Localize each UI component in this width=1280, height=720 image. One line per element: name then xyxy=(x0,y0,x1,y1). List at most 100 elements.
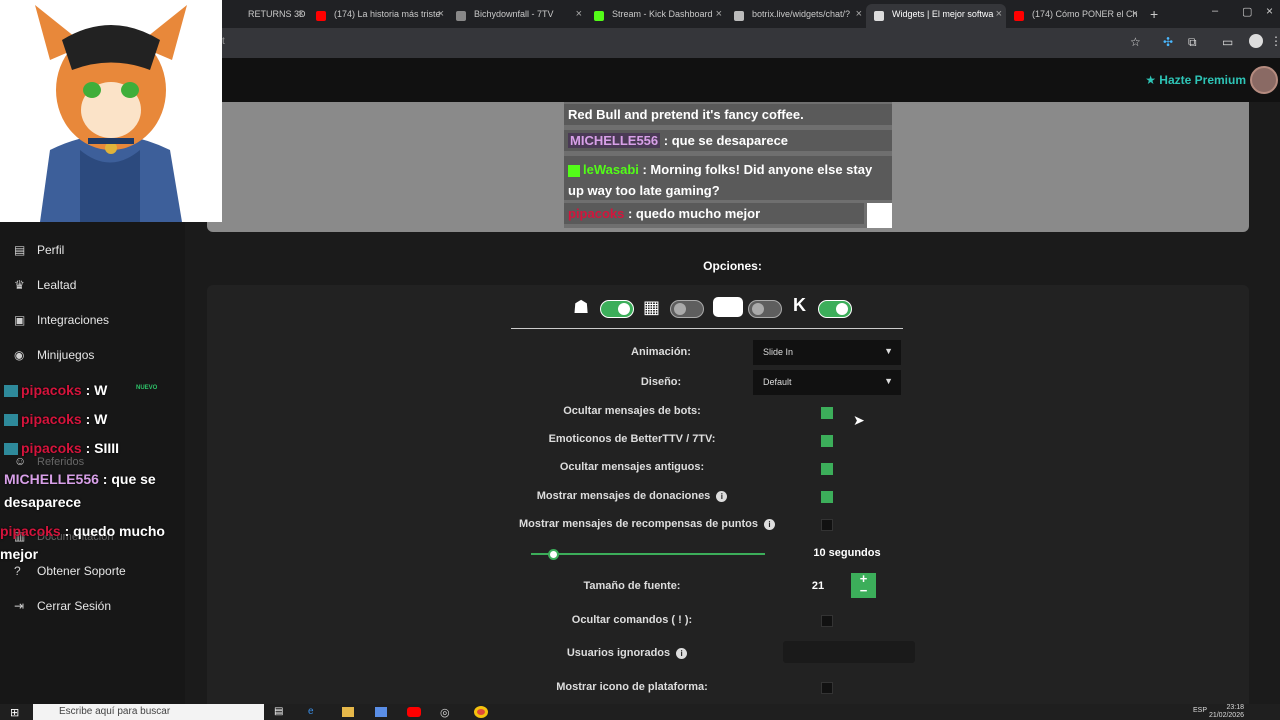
browser-tab[interactable]: Bichydownfall - 7TV × xyxy=(448,4,586,28)
hide-commands-label: Ocultar comandos ( ! ): xyxy=(571,614,693,626)
star-icon[interactable]: ☆ xyxy=(1130,35,1141,49)
ignored-users-input[interactable] xyxy=(783,641,915,663)
animation-select[interactable]: Slide In ▼ xyxy=(753,340,901,365)
youtube-icon xyxy=(1014,11,1024,21)
hide-old-checkbox[interactable] xyxy=(821,463,833,475)
kick-badge-icon xyxy=(4,385,18,398)
close-icon[interactable]: × xyxy=(856,8,862,20)
trophy-icon: ♛ xyxy=(14,278,25,292)
browser-tab[interactable]: (174) La historia más triste × xyxy=(308,4,448,28)
font-size-value[interactable]: 21 xyxy=(807,580,829,592)
kick-badge-icon xyxy=(4,414,18,427)
sidepanel-icon[interactable]: ▭ xyxy=(1222,35,1233,49)
options-title: Opciones: xyxy=(703,259,762,273)
new-tab-icon[interactable]: + xyxy=(1150,6,1158,22)
bttv-emotes-label: Emoticonos de BetterTTV / 7TV: xyxy=(548,433,716,445)
close-icon[interactable]: × xyxy=(576,8,582,20)
donations-label: Mostrar mensajes de donaciones i xyxy=(507,490,757,502)
close-icon[interactable]: × xyxy=(996,8,1002,20)
animation-label: Animación: xyxy=(631,346,691,358)
bttv-emotes-checkbox[interactable] xyxy=(821,435,833,447)
youtube-app-icon[interactable] xyxy=(407,707,421,717)
overlay-message: pipacoks : SIIII xyxy=(4,440,119,456)
preview-message: Red Bull and pretend it's fancy coffee. xyxy=(564,104,892,125)
maximize-icon[interactable]: ▢ xyxy=(1242,5,1252,18)
sidebar-item-perfil[interactable]: ▤ Perfil xyxy=(14,243,64,257)
info-icon[interactable]: i xyxy=(764,518,776,530)
close-icon[interactable]: × xyxy=(298,8,304,20)
logout-icon: ⇥ xyxy=(14,599,25,613)
language-indicator[interactable]: ESP xyxy=(1193,707,1207,714)
twitch-toggle[interactable] xyxy=(670,300,704,318)
browser-tab[interactable]: botrix.live/widgets/chat/? × xyxy=(726,4,866,28)
rewards-checkbox[interactable] xyxy=(821,519,833,531)
preview-message: pipacoks : quedo mucho mejor xyxy=(564,203,864,224)
avatar[interactable] xyxy=(1250,66,1278,94)
close-icon[interactable]: × xyxy=(1132,8,1138,20)
gamepad-icon: ◉ xyxy=(14,348,25,362)
botrix-icon: ☗ xyxy=(573,297,590,317)
design-select[interactable]: Default ▼ xyxy=(753,370,901,395)
browser-tab[interactable]: RETURNS 3D : E× xyxy=(222,4,308,28)
premium-button[interactable]: ★ Hazte Premium xyxy=(1145,73,1246,87)
hide-commands-checkbox[interactable] xyxy=(821,615,833,627)
kick-toggle[interactable] xyxy=(818,300,852,318)
sidebar-item-cerrar-sesion[interactable]: ⇥ Cerrar Sesión xyxy=(14,599,111,613)
preview-message: leWasabi : Morning folks! Did anyone els… xyxy=(564,156,892,200)
star-icon: ★ xyxy=(1145,73,1160,87)
edge-icon[interactable]: e xyxy=(308,706,314,717)
timeout-slider-handle[interactable] xyxy=(548,549,559,560)
mouse-cursor-icon: ➤ xyxy=(853,412,865,428)
ignored-users-label: Usuarios ignorados i xyxy=(537,647,717,659)
donations-checkbox[interactable] xyxy=(821,491,833,503)
extension-icon[interactable]: ✣ xyxy=(1163,35,1173,49)
windows-start-icon[interactable]: ⊞ xyxy=(10,706,19,719)
obs-icon[interactable]: ◎ xyxy=(440,706,450,719)
integrations-icon: ▣ xyxy=(14,313,26,327)
url-text[interactable]: t xyxy=(222,36,225,47)
youtube-toggle[interactable] xyxy=(748,300,782,318)
hide-old-label: Ocultar mensajes antiguos: xyxy=(559,461,705,473)
stream-chat-overlay: pipacoks : W pipacoks : W pipacoks : SII… xyxy=(0,378,220,568)
close-icon[interactable]: × xyxy=(716,8,722,20)
font-size-label: Tamaño de fuente: xyxy=(583,580,681,592)
font-size-stepper[interactable]: + − xyxy=(851,572,876,598)
overlay-message: MICHELLE556 : que se desaparece xyxy=(4,471,156,510)
taskbar: ⊞ Escribe aquí para buscar ▤ e ◎ ESP 23:… xyxy=(0,704,1280,720)
info-icon[interactable]: i xyxy=(676,647,688,659)
store-icon[interactable] xyxy=(375,707,387,717)
menu-icon[interactable]: ⋮ xyxy=(1270,34,1280,48)
sidebar-item-integraciones[interactable]: ▣ Integraciones xyxy=(14,313,109,327)
chrome-icon[interactable] xyxy=(474,706,488,718)
botrix-icon xyxy=(734,11,744,21)
info-icon[interactable]: i xyxy=(716,490,728,502)
folder-icon[interactable] xyxy=(342,707,354,717)
window-close-icon[interactable]: × xyxy=(1266,4,1273,18)
sidebar-item-lealtad[interactable]: ♛ Lealtad xyxy=(14,278,76,292)
clock[interactable]: 23:18 21/02/2026 xyxy=(1209,704,1244,720)
hide-bots-checkbox[interactable] xyxy=(821,407,833,419)
taskbar-search[interactable]: Escribe aquí para buscar xyxy=(33,704,264,720)
platform-icon-checkbox[interactable] xyxy=(821,682,833,694)
kick-badge-icon xyxy=(568,164,580,177)
site-header: ★ Hazte Premium xyxy=(222,58,1280,102)
preview-cursor-block xyxy=(867,203,892,228)
overlay-message: pipacoks : W xyxy=(4,411,107,427)
close-icon[interactable]: × xyxy=(438,8,444,20)
timeout-slider-track[interactable] xyxy=(531,553,765,555)
browser-tab[interactable]: Stream - Kick Dashboard × xyxy=(586,4,726,28)
7tv-icon xyxy=(456,11,466,21)
browser-tab-active[interactable]: Widgets | El mejor softwa × xyxy=(866,4,1006,28)
kick-icon: K xyxy=(793,295,806,315)
youtube-icon xyxy=(713,297,743,317)
minimize-icon[interactable]: – xyxy=(1212,5,1218,17)
task-view-icon[interactable]: ▤ xyxy=(274,706,283,717)
rewards-label: Mostrar mensajes de recompensas de punto… xyxy=(507,518,787,530)
divider xyxy=(511,328,903,329)
sidebar-item-minijuegos[interactable]: ◉ Minijuegos xyxy=(14,348,94,362)
browser-tab[interactable]: (174) Cómo PONER el Ch × xyxy=(1006,4,1142,28)
profile-icon[interactable] xyxy=(1249,34,1263,48)
puzzle-icon[interactable]: ⧉ xyxy=(1188,35,1197,50)
options-panel: ☗ ▦ K Animación: Slide In ▼ Diseño: Defau… xyxy=(207,285,1249,715)
botrix-toggle[interactable] xyxy=(600,300,634,318)
